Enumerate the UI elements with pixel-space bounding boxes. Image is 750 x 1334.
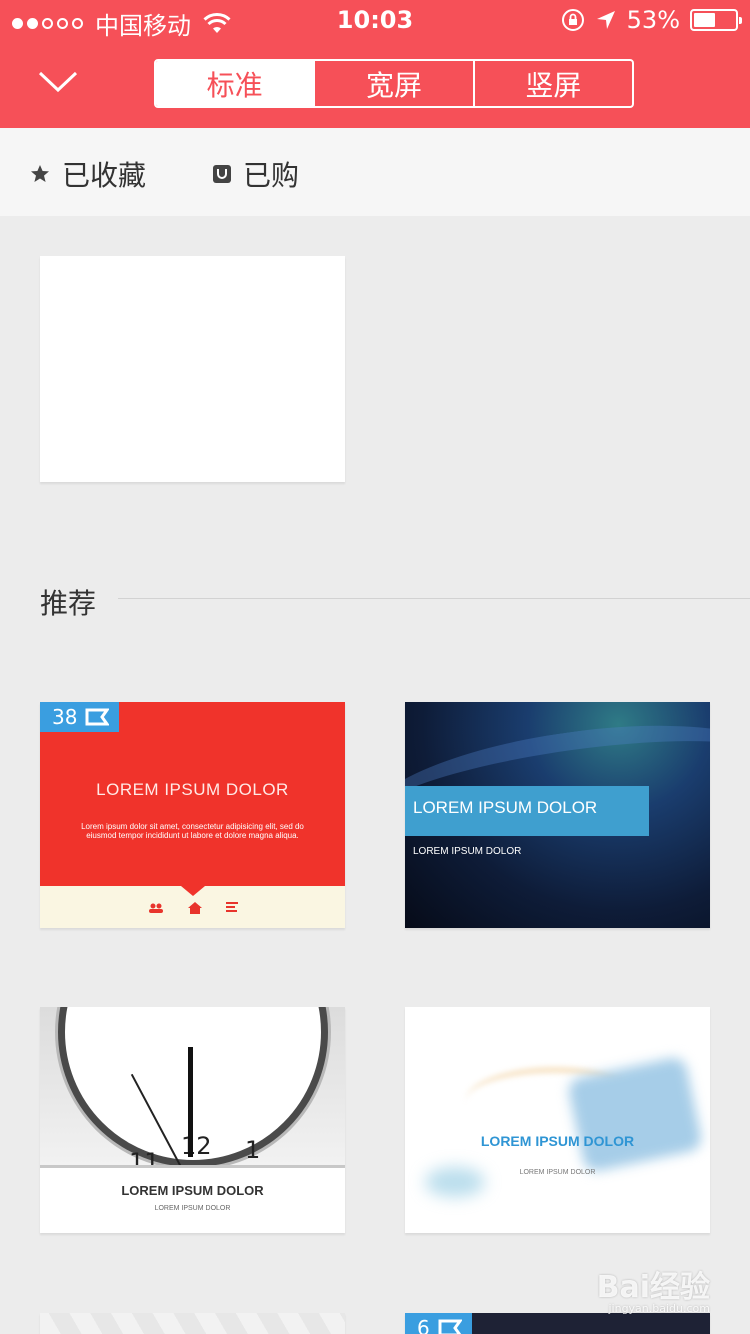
- template-body-text: Lorem ipsum dolor sit amet, consectetur …: [81, 822, 304, 840]
- clock-photo: 12 1 2 3 9 10 11: [40, 1007, 345, 1167]
- aspect-tabs: 标准 宽屏 竖屏: [154, 59, 634, 108]
- filter-bar: 已收藏 已购: [0, 128, 750, 216]
- slide-count: 38: [52, 705, 78, 729]
- battery-icon: [690, 9, 742, 31]
- blank-template-card[interactable]: [40, 256, 345, 482]
- tab-portrait[interactable]: 竖屏: [475, 61, 632, 106]
- template-divider: [40, 1165, 345, 1168]
- star-icon: [30, 164, 50, 184]
- template-card[interactable]: 12 1 2 3 9 10 11 LOREM IPSUM DOLOR LOREM…: [40, 1007, 345, 1233]
- template-card[interactable]: 6: [405, 1313, 710, 1334]
- slide-count-badge: 6: [405, 1313, 472, 1334]
- template-subtitle: LOREM IPSUM DOLOR: [519, 1169, 596, 1176]
- slide-count: 6: [417, 1316, 430, 1334]
- template-subtitle: LOREM IPSUM DOLOR: [413, 846, 522, 857]
- people-icon: [148, 903, 163, 913]
- home-icon: [187, 902, 202, 914]
- slides-icon: [438, 1319, 462, 1334]
- template-card[interactable]: LOREM IPSUM DOLOR LOREM IPSUM DOLOR: [405, 1007, 710, 1233]
- template-title: LOREM IPSUM DOLOR: [413, 798, 598, 817]
- recommend-section-title: 推荐: [40, 587, 97, 620]
- template-title: LOREM IPSUM DOLOR: [121, 1183, 264, 1198]
- battery-level: [694, 13, 715, 27]
- slide-count-badge: 38: [40, 702, 120, 732]
- rotation-lock-icon: [561, 9, 584, 31]
- tab-widescreen[interactable]: 宽屏: [315, 61, 475, 106]
- template-card[interactable]: LOREM IPSUM DOLOR LOREM IPSUM DOLOR: [405, 702, 710, 928]
- template-nav-icons: [40, 902, 345, 914]
- clock-hour-hand: [188, 1047, 193, 1157]
- template-title: LOREM IPSUM DOLOR: [480, 1133, 635, 1149]
- chevron-down-icon: [38, 71, 78, 93]
- clock-number: 1: [245, 1136, 261, 1164]
- slides-icon: [85, 708, 110, 726]
- template-title: LOREM IPSUM DOLOR: [96, 780, 289, 799]
- status-bar: 中国移动 10:03 53%: [0, 0, 750, 40]
- bag-icon: [213, 164, 231, 184]
- template-card[interactable]: 38 LOREM IPSUM DOLOR Lorem ipsum dolor s…: [40, 702, 345, 928]
- purchased-filter[interactable]: 已购: [213, 154, 299, 194]
- favorites-label: 已收藏: [62, 159, 147, 192]
- watermark-url: jingyan.baidu.com: [608, 1302, 710, 1315]
- battery-percent: 53%: [626, 6, 680, 34]
- clock-face: 12 1 2 3 9 10 11: [58, 1007, 328, 1167]
- section-divider: [118, 598, 750, 599]
- favorites-filter[interactable]: 已收藏: [30, 154, 146, 194]
- clock-number: 12: [181, 1132, 212, 1160]
- list-icon: [225, 902, 238, 912]
- app-header: 中国移动 10:03 53% 标准 宽屏 竖屏: [0, 0, 750, 128]
- watermark-brand: Bai经验: [596, 1270, 710, 1305]
- status-right: 53%: [561, 6, 742, 34]
- template-subtitle: LOREM IPSUM DOLOR: [154, 1205, 231, 1212]
- template-notch: [181, 886, 205, 896]
- template-card[interactable]: [40, 1313, 345, 1334]
- purchased-label: 已购: [243, 159, 300, 192]
- collapse-button[interactable]: [36, 64, 80, 100]
- tab-standard[interactable]: 标准: [156, 61, 316, 106]
- location-arrow-icon: [596, 11, 615, 29]
- baidu-jingyan-watermark: Bai经验 jingyan.baidu.com: [597, 1262, 710, 1315]
